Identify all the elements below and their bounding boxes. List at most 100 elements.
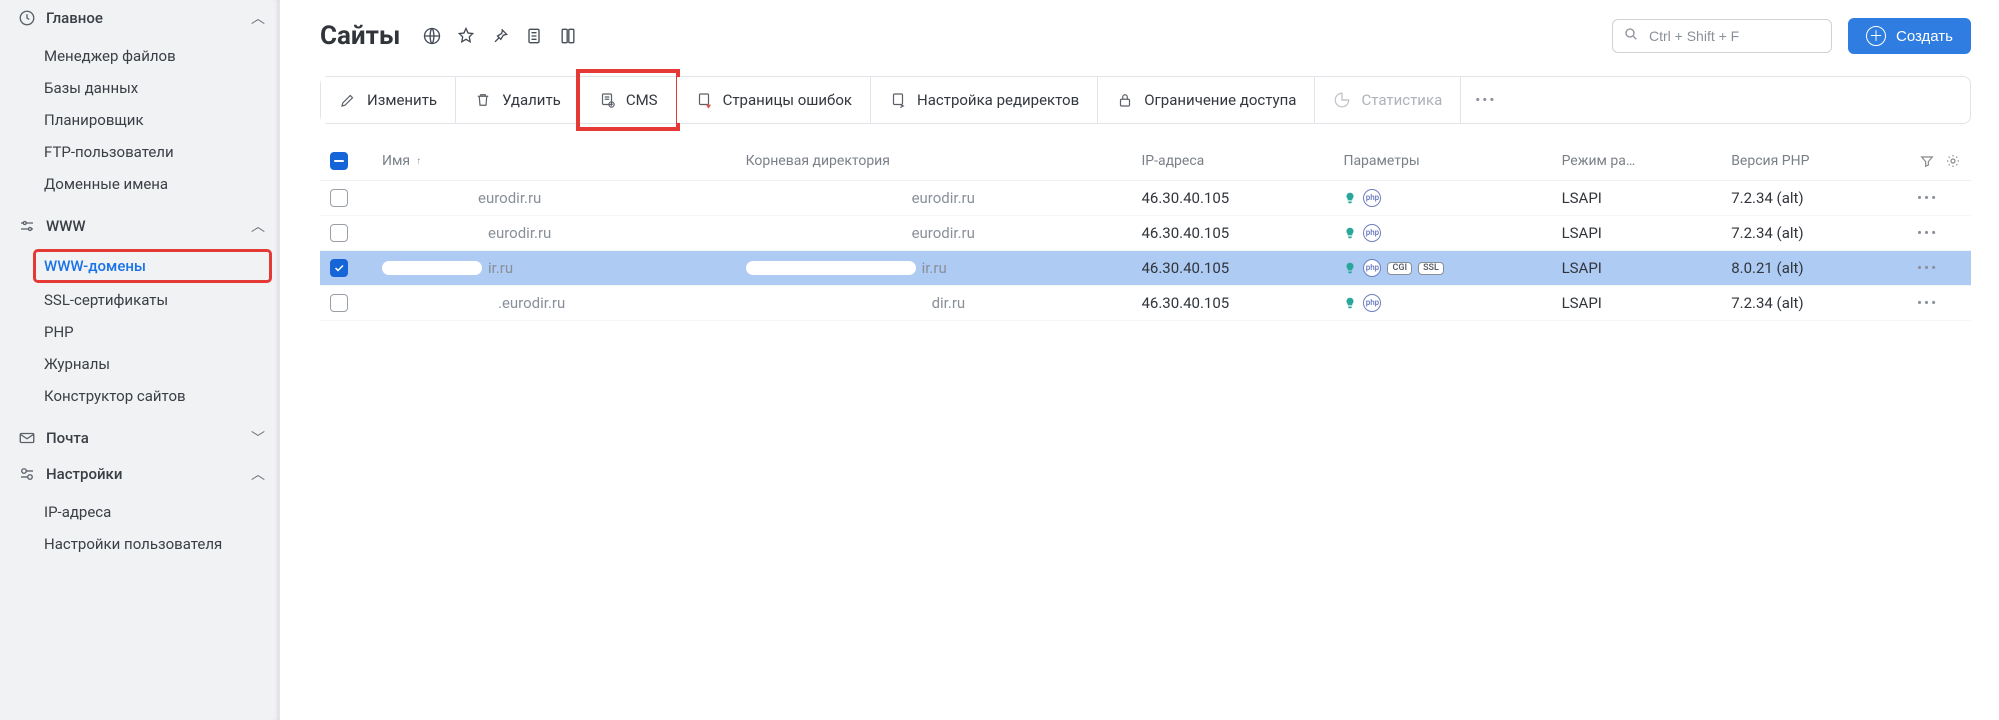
toolbar-label: CMS	[626, 91, 658, 109]
toolbar-stats-button: Статистика	[1315, 77, 1461, 123]
cell-ip: 46.30.40.105	[1141, 224, 1335, 242]
sidebar-section-label: Почта	[46, 429, 251, 447]
col-params[interactable]: Параметры	[1343, 153, 1553, 169]
lock-icon	[1116, 91, 1134, 109]
document-warning-icon	[695, 91, 713, 109]
sidebar-item-www-domains[interactable]: WWW-домены	[34, 250, 271, 282]
row-checkbox[interactable]	[330, 189, 348, 207]
col-php[interactable]: Версия PHP	[1731, 153, 1909, 169]
cell-ip: 46.30.40.105	[1141, 294, 1335, 312]
cell-docroot: eurodir.ru	[746, 189, 1134, 207]
globe-icon[interactable]	[422, 26, 442, 46]
sidebar-item-logs[interactable]: Журналы	[0, 348, 279, 380]
redacted-segment	[746, 261, 916, 275]
row-checkbox[interactable]	[330, 294, 348, 312]
lightbulb-icon	[1343, 294, 1357, 312]
table-row[interactable]: eurodir.rueurodir.ru46.30.40.105phpLSAPI…	[320, 181, 1971, 216]
cell-docroot: eurodir.ru	[746, 224, 1134, 242]
pin-icon[interactable]	[490, 26, 510, 46]
php-badge: php	[1363, 189, 1381, 207]
sidebar-item-user-settings[interactable]: Настройки пользователя	[0, 528, 279, 560]
redacted-segment	[382, 261, 482, 275]
cell-mode: LSAPI	[1562, 294, 1724, 312]
page-title: Сайты	[320, 21, 400, 51]
row-actions-button[interactable]: •••	[1917, 294, 1961, 312]
star-icon[interactable]	[456, 26, 476, 46]
select-all-checkbox[interactable]	[330, 152, 348, 170]
sidebar-item-domains[interactable]: Доменные имена	[0, 168, 279, 200]
table-header: Имя ↑ Корневая директория IP-адреса Пара…	[320, 142, 1971, 181]
chevron-up-icon: ︿	[251, 8, 265, 28]
sliders-icon	[18, 217, 36, 235]
lightbulb-icon	[1343, 189, 1357, 207]
php-badge: php	[1363, 224, 1381, 242]
document-check-icon	[598, 91, 616, 109]
sidebar-item-ip[interactable]: IP-адреса	[0, 496, 279, 528]
sidebar-item-sitebuilder[interactable]: Конструктор сайтов	[0, 380, 279, 412]
sidebar: Главное ︿ Менеджер файлов Базы данных Пл…	[0, 0, 280, 720]
cell-params: phpCGISSL	[1343, 259, 1553, 277]
search-input[interactable]	[1647, 27, 1821, 45]
toolbar: Изменить Удалить CMS Страницы ошибок	[320, 76, 1971, 124]
sidebar-item-ftp[interactable]: FTP-пользователи	[0, 136, 279, 168]
sidebar-item-filemanager[interactable]: Менеджер файлов	[0, 40, 279, 72]
toolbar-delete-button[interactable]: Удалить	[456, 77, 580, 123]
col-docroot[interactable]: Корневая директория	[746, 153, 1134, 169]
toolbar-access-button[interactable]: Ограничение доступа	[1098, 77, 1315, 123]
sidebar-item-scheduler[interactable]: Планировщик	[0, 104, 279, 136]
toolbar-cms-button[interactable]: CMS	[580, 77, 677, 123]
mail-icon	[18, 429, 36, 447]
columns-icon[interactable]	[558, 26, 578, 46]
create-button-label: Создать	[1896, 28, 1953, 45]
redacted-segment	[382, 226, 482, 240]
toolbar-label: Статистика	[1361, 91, 1442, 109]
toolbar-more-button[interactable]: •••	[1461, 77, 1510, 123]
toolbar-error-pages-button[interactable]: Страницы ошибок	[677, 77, 871, 123]
title-quick-icons	[422, 26, 578, 46]
sidebar-section-label: Настройки	[46, 465, 251, 483]
cell-name: eurodir.ru	[382, 189, 738, 207]
row-actions-button[interactable]: •••	[1917, 189, 1961, 207]
table-row[interactable]: ir.ruir.ru46.30.40.105phpCGISSLLSAPI8.0.…	[320, 251, 1971, 286]
col-mode[interactable]: Режим ра…	[1562, 153, 1724, 169]
chevron-down-icon: ﹀	[251, 428, 265, 448]
toolbar-label: Настройка редиректов	[917, 91, 1079, 109]
col-ip[interactable]: IP-адреса	[1141, 153, 1335, 169]
cell-params: php	[1343, 224, 1553, 242]
sidebar-item-php[interactable]: PHP	[0, 316, 279, 348]
table-row[interactable]: .eurodir.rudir.ru46.30.40.105phpLSAPI7.2…	[320, 286, 1971, 321]
toolbar-redirects-button[interactable]: Настройка редиректов	[871, 77, 1098, 123]
cell-name: .eurodir.ru	[382, 294, 738, 312]
sidebar-section-www[interactable]: WWW ︿	[0, 208, 279, 244]
cell-params: php	[1343, 189, 1553, 207]
table-row[interactable]: eurodir.ru eurodir.ru 46.30.40.105 php LSAPI…	[320, 216, 1971, 251]
search-box[interactable]	[1612, 19, 1832, 53]
sidebar-section-mail[interactable]: Почта ﹀	[0, 420, 279, 456]
toolbar-edit-button[interactable]: Изменить	[321, 77, 456, 123]
row-checkbox[interactable]	[330, 224, 348, 242]
list-icon[interactable]	[524, 26, 544, 46]
sidebar-item-databases[interactable]: Базы данных	[0, 72, 279, 104]
toolbar-label: Ограничение доступа	[1144, 91, 1296, 109]
redacted-segment	[746, 296, 926, 310]
lightbulb-icon	[1343, 259, 1357, 277]
dashboard-icon	[18, 9, 36, 27]
row-actions-button[interactable]: •••	[1917, 259, 1961, 277]
sidebar-section-main[interactable]: Главное ︿	[0, 0, 279, 36]
redacted-segment	[382, 296, 492, 310]
sidebar-section-label: WWW	[46, 217, 251, 235]
sidebar-section-settings[interactable]: Настройки ︿	[0, 456, 279, 492]
search-icon	[1623, 26, 1639, 46]
filter-icon[interactable]	[1919, 153, 1935, 169]
row-actions-button[interactable]: •••	[1917, 224, 1961, 242]
col-name[interactable]: Имя ↑	[382, 153, 738, 169]
cell-mode: LSAPI	[1562, 224, 1724, 242]
php-badge: php	[1363, 259, 1381, 277]
cell-params: php	[1343, 294, 1553, 312]
sidebar-item-ssl[interactable]: SSL-сертификаты	[0, 284, 279, 316]
create-button[interactable]: ＋ Создать	[1848, 18, 1971, 54]
redacted-segment	[382, 191, 472, 205]
gear-icon[interactable]	[1945, 153, 1961, 169]
cell-name: eurodir.ru	[382, 224, 738, 242]
row-checkbox[interactable]	[330, 259, 348, 277]
